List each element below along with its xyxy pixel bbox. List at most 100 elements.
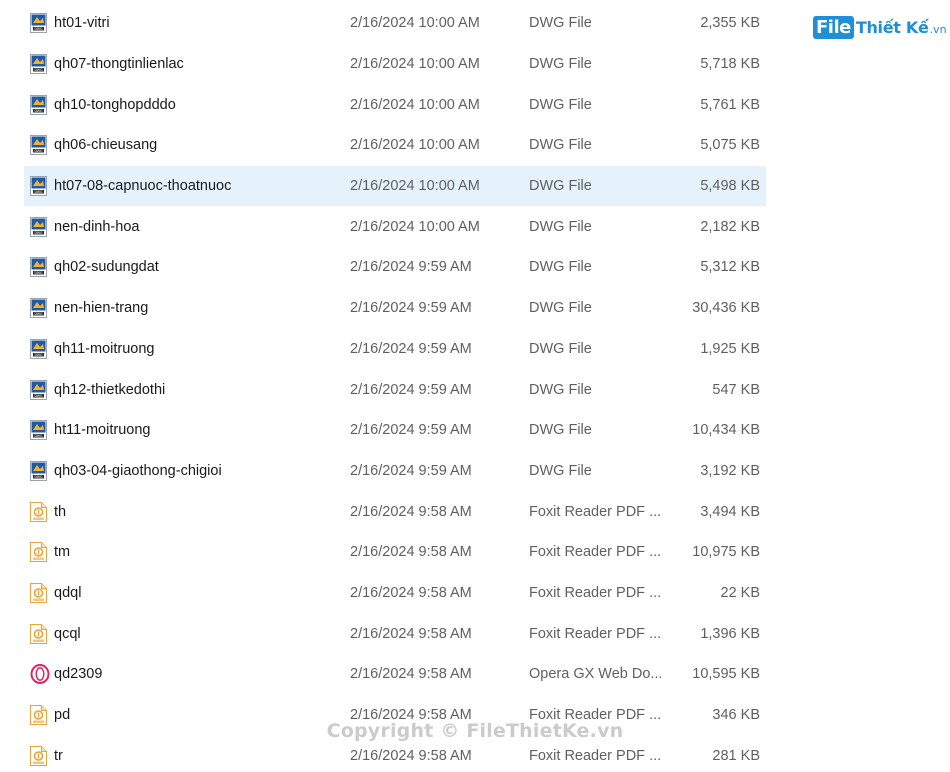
file-size: 5,718 KB [700, 56, 760, 73]
dwg-icon: DWG [30, 379, 47, 400]
pdf-icon [30, 623, 47, 644]
file-name: qh06-chieusang [54, 137, 158, 154]
logo-thietke-text: Thiết Kế [855, 17, 929, 37]
file-type: DWG File [529, 381, 592, 398]
dwg-icon: DWG [30, 176, 47, 197]
file-explorer-list-view: DWG ht01-vitri 2/16/2024 10:00 AM DWG File 2… [0, 0, 950, 772]
file-row[interactable]: DWG qh12-thietkedothi 2/16/2024 9:59 AM DWG… [24, 369, 766, 410]
logo-file-text: File [813, 15, 854, 39]
file-row[interactable]: DWG ht07-08-capnuoc-thoatnuoc 2/16/2024 10… [24, 165, 766, 207]
dwg-icon: DWG [30, 135, 47, 156]
logo-vn-text: .vn [929, 23, 947, 36]
file-row[interactable]: DWG nen-dinh-hoa 2/16/2024 10:00 AM DWG Fil… [24, 206, 766, 247]
file-row[interactable]: DWG qh02-sudungdat 2/16/2024 9:59 AM DWG Fi… [24, 247, 766, 288]
file-size: 5,312 KB [700, 259, 760, 276]
file-size: 5,761 KB [700, 96, 760, 113]
file-row[interactable]: pd 2/16/2024 9:58 AM Foxit Reader PDF ... 3… [24, 695, 766, 736]
dwg-icon: DWG [30, 420, 47, 441]
file-row[interactable]: tr 2/16/2024 9:58 AM Foxit Reader PDF ... 2… [24, 735, 766, 772]
file-date-modified: 2/16/2024 9:58 AM [350, 503, 472, 520]
file-type: Foxit Reader PDF ... [529, 544, 661, 561]
file-type: DWG File [529, 15, 592, 32]
dwg-icon: DWG [30, 13, 47, 34]
pdf-icon [30, 501, 47, 522]
file-row[interactable]: qd2309 2/16/2024 9:58 AM Opera GX Web Do..… [24, 654, 766, 695]
opera-icon [30, 664, 50, 685]
file-type: DWG File [529, 259, 592, 276]
file-name: ht01-vitri [54, 15, 110, 32]
svg-text:DWG: DWG [34, 190, 43, 194]
svg-text:DWG: DWG [34, 68, 43, 72]
file-date-modified: 2/16/2024 9:58 AM [350, 584, 472, 601]
file-date-modified: 2/16/2024 9:58 AM [350, 707, 472, 724]
file-type: DWG File [529, 422, 592, 439]
file-date-modified: 2/16/2024 9:59 AM [350, 300, 472, 317]
file-type: DWG File [529, 96, 592, 113]
svg-text:DWG: DWG [34, 272, 43, 276]
file-date-modified: 2/16/2024 9:59 AM [350, 340, 472, 357]
file-date-modified: 2/16/2024 10:00 AM [350, 15, 480, 32]
dwg-icon: DWG [30, 216, 47, 237]
file-date-modified: 2/16/2024 10:00 AM [350, 96, 480, 113]
file-date-modified: 2/16/2024 9:59 AM [350, 259, 472, 276]
pdf-icon [30, 745, 47, 766]
file-row[interactable]: DWG qh11-moitruong 2/16/2024 9:59 AM DWG Fi… [24, 329, 766, 370]
file-type: Foxit Reader PDF ... [529, 503, 661, 520]
file-type: Opera GX Web Do... [529, 666, 661, 683]
svg-text:DWG: DWG [34, 109, 43, 113]
file-type: DWG File [529, 218, 592, 235]
file-size: 2,355 KB [700, 15, 760, 32]
file-name: ht07-08-capnuoc-thoatnuoc [54, 178, 232, 195]
svg-text:DWG: DWG [34, 353, 43, 357]
file-list: DWG ht01-vitri 2/16/2024 10:00 AM DWG File 2… [24, 3, 766, 772]
svg-text:DWG: DWG [34, 312, 43, 316]
file-name: qh03-04-giaothong-chigioi [54, 462, 222, 479]
svg-text:DWG: DWG [34, 231, 43, 235]
dwg-icon: DWG [30, 94, 47, 115]
file-size: 547 KB [712, 381, 760, 398]
file-name: nen-hien-trang [54, 300, 149, 317]
file-row[interactable]: qdql 2/16/2024 9:58 AM Foxit Reader PDF ..… [24, 573, 766, 614]
file-name: tm [54, 544, 71, 561]
file-date-modified: 2/16/2024 9:58 AM [350, 625, 472, 642]
dwg-icon: DWG [30, 460, 47, 481]
svg-text:DWG: DWG [34, 394, 43, 398]
file-row[interactable]: DWG qh07-thongtinlienlac 2/16/2024 10:00 A… [24, 44, 766, 85]
file-name: qh12-thietkedothi [54, 381, 166, 398]
file-size: 3,192 KB [700, 462, 760, 479]
file-size: 5,498 KB [700, 178, 760, 195]
file-date-modified: 2/16/2024 9:59 AM [350, 462, 472, 479]
file-type: Foxit Reader PDF ... [529, 584, 661, 601]
file-name: th [54, 503, 67, 520]
file-name: qh10-tonghopdddo [54, 96, 176, 113]
file-name: qdql [54, 584, 82, 601]
svg-text:DWG: DWG [34, 28, 43, 32]
file-row[interactable]: tm 2/16/2024 9:58 AM Foxit Reader PDF ... 1… [24, 532, 766, 573]
file-size: 30,436 KB [692, 300, 760, 317]
file-date-modified: 2/16/2024 10:00 AM [350, 137, 480, 154]
file-date-modified: 2/16/2024 10:00 AM [350, 218, 480, 235]
file-size: 22 KB [720, 584, 761, 601]
file-row[interactable]: DWG ht01-vitri 2/16/2024 10:00 AM DWG File 2… [24, 3, 766, 44]
file-row[interactable]: qcql 2/16/2024 9:58 AM Foxit Reader PDF ..… [24, 613, 766, 654]
file-row[interactable]: DWG qh10-tonghopdddo 2/16/2024 10:00 AM DWG… [24, 84, 766, 125]
file-type: DWG File [529, 56, 592, 73]
file-row[interactable]: DWG nen-hien-trang 2/16/2024 9:59 AM DWG Fi… [24, 288, 766, 329]
file-name: tr [54, 747, 63, 764]
file-row[interactable]: DWG qh06-chieusang 2/16/2024 10:00 AM DWG F… [24, 125, 766, 166]
dwg-icon: DWG [30, 54, 47, 75]
file-name: qd2309 [54, 666, 103, 683]
file-size: 1,396 KB [700, 625, 760, 642]
file-row[interactable]: DWG ht11-moitruong 2/16/2024 9:59 AM DWG Fi… [24, 410, 766, 451]
file-row[interactable]: th 2/16/2024 9:58 AM Foxit Reader PDF ... 3… [24, 491, 766, 532]
file-size: 5,075 KB [700, 137, 760, 154]
file-date-modified: 2/16/2024 9:59 AM [350, 422, 472, 439]
file-date-modified: 2/16/2024 10:00 AM [350, 178, 480, 195]
file-type: Foxit Reader PDF ... [529, 625, 661, 642]
file-date-modified: 2/16/2024 9:58 AM [350, 666, 472, 683]
file-name: pd [54, 707, 71, 724]
dwg-icon: DWG [30, 338, 47, 359]
file-name: ht11-moitruong [54, 422, 151, 439]
file-row[interactable]: DWG qh03-04-giaothong-chigioi 2/16/2024 9:… [24, 451, 766, 492]
filethietke-logo: File Thiết Kế .vn [813, 13, 947, 41]
